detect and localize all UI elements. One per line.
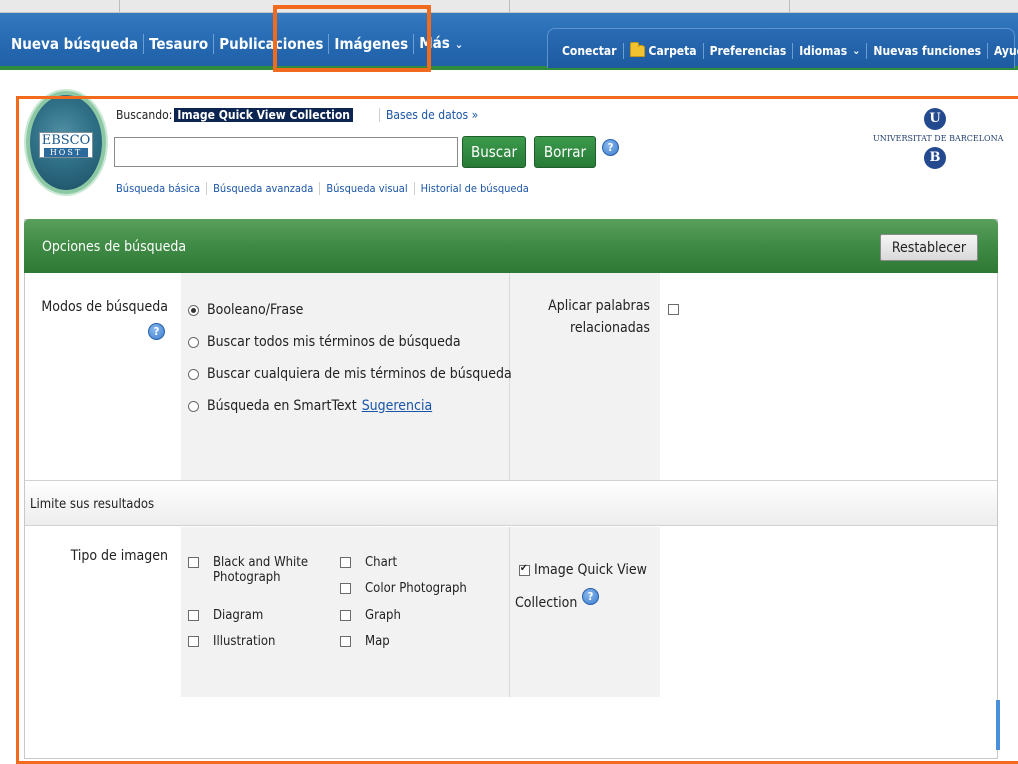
user-nav: Conectar Carpeta Preferencias Idiomas ⌄ N…	[556, 42, 1018, 60]
nav-thesaurus[interactable]: Tesauro	[144, 34, 215, 54]
chrome-segment	[510, 0, 790, 13]
nav-folder-label: Carpeta	[648, 44, 697, 58]
nav-sign-in[interactable]: Conectar	[556, 43, 624, 59]
nav-languages[interactable]: Idiomas ⌄	[793, 43, 868, 59]
nav-help[interactable]: Ayuda	[988, 43, 1018, 59]
nav-preferences[interactable]: Preferencias	[704, 43, 794, 59]
nav-new-features[interactable]: Nuevas funciones	[867, 43, 988, 59]
nav-languages-label: Idiomas	[799, 44, 848, 58]
chevron-down-icon: ⌄	[454, 38, 464, 51]
chevron-down-icon: ⌄	[852, 44, 861, 57]
folder-icon	[629, 42, 645, 57]
browser-chrome-strip	[0, 0, 1018, 13]
highlight-box-search-panel	[16, 96, 1018, 764]
chrome-segment	[0, 0, 120, 13]
nav-folder[interactable]: Carpeta	[624, 42, 704, 59]
nav-new-search[interactable]: Nueva búsqueda	[6, 34, 145, 54]
highlight-box-images-nav	[273, 5, 431, 72]
